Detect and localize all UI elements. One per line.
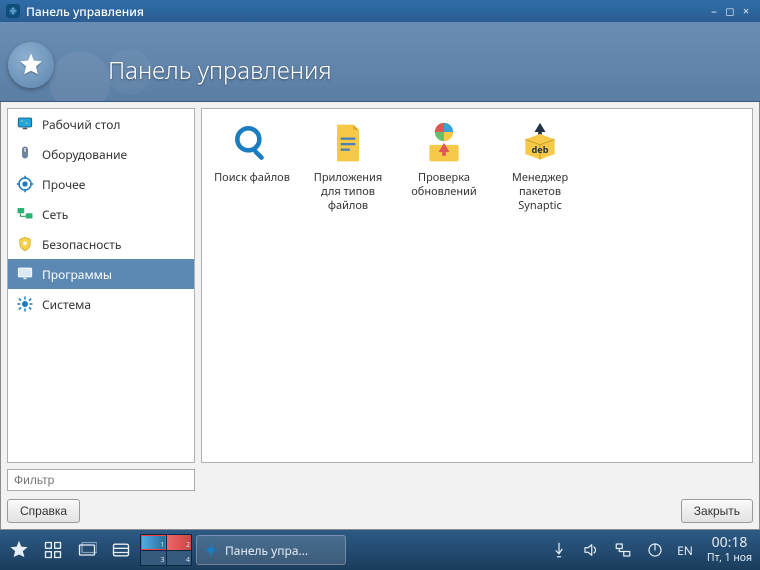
task-label: Панель упра... [225,542,308,559]
volume-tray-icon[interactable] [579,535,603,565]
system-tray: EN 00:18 Пт, 1 ноя [547,535,756,565]
workspace-1[interactable]: 1 [141,535,166,550]
taskbar: 1 2 3 4 Панель упра... EN 00:18 Пт, 1 но… [0,530,760,570]
gear-icon [203,542,219,558]
category-sidebar: Рабочий стол Оборудование Прочее Сеть [7,108,195,463]
close-window-button[interactable]: × [738,4,754,19]
titlebar: Панель управления – ◻ × [0,0,760,22]
file-manager-button[interactable] [106,535,136,565]
window-list-button[interactable] [72,535,102,565]
sidebar-item-label: Оборудование [42,146,127,163]
clock-time: 00:18 [707,535,752,552]
app-file-types[interactable]: Приложения для типов файлов [302,117,394,216]
workspace-pager[interactable]: 1 2 3 4 [140,534,192,566]
app-file-search[interactable]: Поиск файлов [206,117,298,216]
taskbar-entry-control-panel[interactable]: Панель упра... [196,535,346,565]
clock[interactable]: 00:18 Пт, 1 ноя [707,535,752,564]
help-button[interactable]: Справка [7,499,80,523]
update-icon [422,121,466,165]
sidebar-item-system[interactable]: Система [8,289,194,319]
app-update-checker[interactable]: Проверка обновлений [398,117,490,216]
app-icon [6,4,20,18]
sidebar-item-label: Прочее [42,176,85,193]
show-desktop-button[interactable] [38,535,68,565]
sidebar-item-security[interactable]: Безопасность [8,229,194,259]
app-synaptic[interactable]: deb Менеджер пакетов Synaptic [494,117,586,216]
package-icon: deb [518,121,562,165]
sidebar-item-label: Программы [42,266,112,283]
button-bar: Справка Закрыть [7,499,753,523]
sidebar-item-desktop[interactable]: Рабочий стол [8,109,194,139]
app-label: Проверка обновлений [400,171,488,199]
minimize-button[interactable]: – [706,4,722,19]
network-icon [16,205,34,223]
sidebar-item-hardware[interactable]: Оборудование [8,139,194,169]
star-emblem-icon [8,42,54,88]
mouse-icon [16,145,34,163]
power-tray-icon[interactable] [643,535,667,565]
workspace-3[interactable]: 3 [141,551,166,566]
filter-row [7,469,753,491]
clock-date: Пт, 1 ноя [707,552,752,565]
app-label: Приложения для типов файлов [304,171,392,212]
magnifier-icon [230,121,274,165]
sidebar-item-label: Рабочий стол [42,116,120,133]
sidebar-item-programs[interactable]: Программы [8,259,194,289]
keyboard-layout-indicator[interactable]: EN [675,535,695,565]
close-button[interactable]: Закрыть [681,499,753,523]
document-icon [326,121,370,165]
sidebar-item-label: Сеть [42,206,68,223]
gear-icon [16,175,34,193]
monitor-icon [16,265,34,283]
sidebar-item-other[interactable]: Прочее [8,169,194,199]
svg-text:deb: deb [531,143,548,156]
network-tray-icon[interactable] [611,535,635,565]
filter-input[interactable] [7,469,195,491]
window-title: Панель управления [26,3,144,20]
desktop-icon [16,115,34,133]
sidebar-item-network[interactable]: Сеть [8,199,194,229]
app-label: Поиск файлов [208,171,296,185]
banner: Панель управления [0,22,760,102]
apps-pane: Поиск файлов Приложения для типов файлов [201,108,753,463]
app-label: Менеджер пакетов Synaptic [496,171,584,212]
sidebar-item-label: Система [42,296,91,313]
sidebar-item-label: Безопасность [42,236,121,253]
maximize-button[interactable]: ◻ [722,4,738,19]
usb-tray-icon[interactable] [547,535,571,565]
start-menu-button[interactable] [4,535,34,565]
shield-icon [16,235,34,253]
cog-icon [16,295,34,313]
window-body: Рабочий стол Оборудование Прочее Сеть [0,102,760,530]
page-title: Панель управления [108,54,332,87]
workspace-4[interactable]: 4 [167,551,192,566]
workspace-2[interactable]: 2 [167,535,192,550]
